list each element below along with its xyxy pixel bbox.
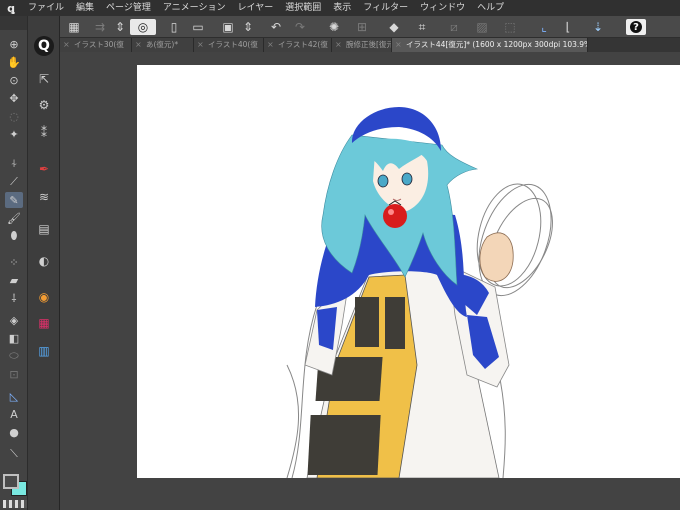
close-icon[interactable]: × (135, 38, 142, 52)
redo-icon[interactable]: ↷ (292, 19, 308, 35)
zoom-icon[interactable]: ⊕ (5, 36, 23, 52)
lasso-icon[interactable]: ◌ (5, 108, 23, 124)
canvas-workspace[interactable] (60, 52, 680, 510)
gradient-icon[interactable]: ◧ (5, 330, 23, 346)
tab-label: 腕修正後[復元 (346, 40, 392, 49)
palette-dock: Q ⇱ ⚙ ⁑ ✒ ≋ ▤ ◐ ◉ ▦ ▥ (28, 16, 60, 510)
transfer-icon[interactable]: ⇉ (92, 19, 108, 35)
character-illustration (286, 107, 553, 478)
decorate-icon[interactable]: ⁘ (5, 254, 23, 270)
tab-doc-2[interactable]: × イラスト40(復 (194, 38, 264, 52)
menu-file[interactable]: ファイル (22, 0, 70, 16)
color-wheel-icon[interactable]: ◉ (35, 288, 53, 306)
ruler-icon[interactable]: ⌞ (536, 19, 552, 35)
fill-icon[interactable]: ◈ (5, 312, 23, 328)
palette-header (0, 16, 27, 30)
sparkle-icon[interactable]: ✺ (326, 19, 342, 35)
operation-icon[interactable]: ⁑ (35, 124, 53, 142)
menu-page[interactable]: ページ管理 (100, 0, 157, 16)
menu-layer[interactable]: レイヤー (232, 0, 280, 16)
intermediate-icon[interactable]: ▥ (35, 342, 53, 360)
pen-icon[interactable]: ✒ (35, 160, 53, 178)
drawing-canvas[interactable] (137, 65, 680, 478)
transparent-swatch[interactable] (3, 500, 27, 508)
tab-doc-3[interactable]: × イラスト42(復 (264, 38, 332, 52)
select-icon[interactable]: ⬚ (502, 19, 518, 35)
tool-palette: ⊕ ✋ ⊙ ✥ ◌ ✦ ⍭ ⟋ ✎ 🖌 ⬮ ⁘ ▰ ⸸ ◈ ◧ ⬭ ⊡ ◺ A … (0, 16, 28, 510)
blend-icon[interactable]: ⸸ (5, 290, 23, 306)
menu-view[interactable]: 表示 (327, 0, 357, 16)
fill-icon[interactable]: ◆ (386, 19, 402, 35)
select-layer-icon[interactable]: ⇱ (35, 70, 53, 88)
undo-icon[interactable]: ↶ (268, 19, 284, 35)
color-set-icon[interactable]: ▦ (35, 314, 53, 332)
eraser-icon[interactable]: ▰ (5, 272, 23, 288)
tab-label: あ(復元)* (146, 40, 179, 49)
frame-icon[interactable]: ⊡ (5, 366, 23, 382)
layer-icon[interactable]: ▤ (35, 220, 53, 238)
tab-label: イラスト42(復 (278, 40, 328, 49)
menu-filter[interactable]: フィルター (357, 0, 414, 16)
menu-help[interactable]: ヘルプ (471, 0, 510, 16)
tab-label: イラスト44[復元]* (1600 x 1200px 300dpi 103.9%… (406, 40, 588, 49)
grid-icon[interactable]: ▦ (66, 19, 82, 35)
pencil-icon[interactable]: ✎ (5, 192, 23, 208)
spinner-icon[interactable]: ⇕ (240, 19, 256, 35)
app-window: ꝗ ファイル 編集 ページ管理 アニメーション レイヤー 選択範囲 表示 フィル… (0, 0, 680, 510)
close-icon[interactable]: × (267, 38, 274, 52)
texture-icon[interactable]: ≋ (35, 188, 53, 206)
clear-icon[interactable]: ⧄ (446, 19, 462, 35)
main-color-swatch[interactable] (3, 474, 19, 489)
gem (383, 204, 407, 228)
shape-icon[interactable]: ⬭ (5, 348, 23, 364)
tab-doc-0[interactable]: × イラスト30(復 (60, 38, 132, 52)
close-icon[interactable]: × (63, 38, 70, 52)
zoom-icon[interactable]: ⊙ (5, 72, 23, 88)
menu-bar: ꝗ ファイル 編集 ページ管理 アニメーション レイヤー 選択範囲 表示 フィル… (0, 0, 680, 16)
tab-doc-1[interactable]: × あ(復元)* (132, 38, 194, 52)
brush-icon[interactable]: 🖌 (5, 210, 23, 226)
crop-icon[interactable]: ⌗ (414, 19, 430, 35)
help-label: ? (630, 21, 642, 33)
pen-icon[interactable]: ⟋ (5, 174, 23, 190)
quick-access-icon[interactable]: Q (34, 36, 54, 56)
tab-label: イラスト30(復 (74, 40, 124, 49)
close-icon[interactable]: × (197, 38, 204, 52)
wand-icon[interactable]: ✦ (5, 126, 23, 142)
balloon-icon[interactable]: ● (5, 424, 23, 440)
spinner-icon[interactable]: ⇕ (112, 19, 128, 35)
settings-icon[interactable]: ⚙ (35, 96, 53, 114)
open-folder-icon[interactable]: ▭ (190, 19, 206, 35)
hand (479, 232, 514, 282)
tab-doc-active[interactable]: × イラスト44[復元]* (1600 x 1200px 300dpi 103.9… (392, 38, 588, 52)
airbrush-icon[interactable]: ⬮ (5, 228, 23, 244)
new-file-icon[interactable]: ▯ (166, 19, 182, 35)
tab-doc-4[interactable]: × 腕修正後[復元 (332, 38, 392, 52)
snap-icon[interactable]: ⌊ (560, 19, 576, 35)
swirl-icon[interactable]: ◎ (130, 19, 156, 35)
command-bar: ▦ ⇉ ⇕ ◎ ▯ ▭ ▣ ⇕ ↶ ↷ ✺ ⊞ ◆ ⌗ ⧄ ▨ ⬚ ⌞ ⌊ ⇣ … (60, 16, 680, 38)
hand-icon[interactable]: ✋ (5, 54, 23, 70)
menu-selection[interactable]: 選択範囲 (279, 0, 327, 16)
text-icon[interactable]: A (5, 406, 23, 422)
transform-icon[interactable]: ⊞ (354, 19, 370, 35)
save-icon[interactable]: ▣ (220, 19, 236, 35)
menu-window[interactable]: ウィンドウ (414, 0, 471, 16)
layer-icon[interactable]: ◐ (35, 252, 53, 270)
menu-edit[interactable]: 編集 (70, 0, 100, 16)
close-icon[interactable]: × (395, 38, 402, 52)
tab-label: イラスト40(復 (208, 40, 258, 49)
help-button[interactable]: ? (626, 19, 646, 35)
line-icon[interactable]: ⟍ (5, 446, 23, 462)
move-icon[interactable]: ✥ (5, 90, 23, 106)
compass-icon[interactable]: ⇣ (590, 19, 606, 35)
menu-animation[interactable]: アニメーション (157, 0, 232, 16)
document-tab-bar: × イラスト30(復 × あ(復元)* × イラスト40(復 × イラスト42(復 × 腕… (60, 38, 680, 52)
app-logo[interactable]: ꝗ (0, 0, 22, 16)
close-icon[interactable]: × (335, 38, 342, 52)
eyedropper-icon[interactable]: ⍭ (5, 156, 23, 172)
ruler-icon[interactable]: ◺ (5, 388, 23, 404)
hatch-icon[interactable]: ▨ (474, 19, 490, 35)
